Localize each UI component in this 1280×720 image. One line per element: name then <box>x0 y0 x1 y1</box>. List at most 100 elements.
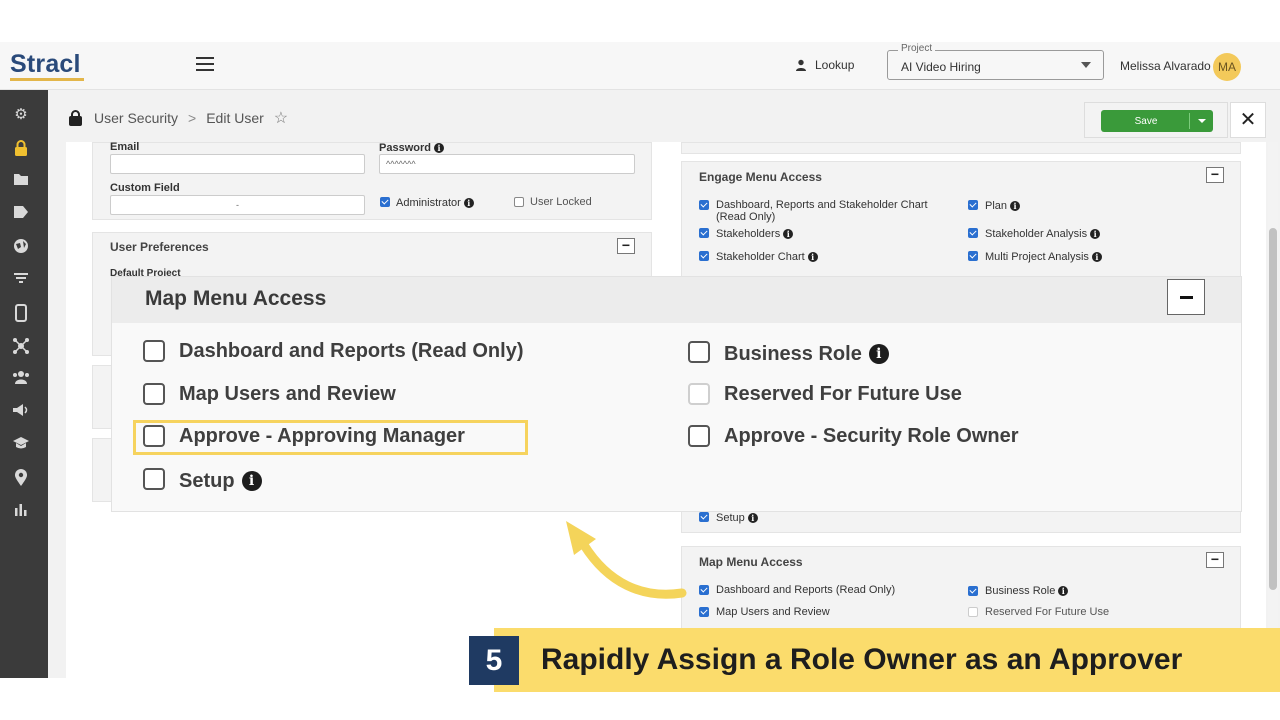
map-users-review-label: Map Users and Review <box>179 383 396 405</box>
info-icon[interactable]: i <box>747 513 758 523</box>
breadcrumb-separator-icon: > <box>188 110 197 126</box>
dashboard-reports-checkbox[interactable] <box>143 340 165 362</box>
multi-project-analysis-label: Multi Project Analysis i <box>985 251 1102 263</box>
gear-icon[interactable]: ⚙ <box>12 106 30 124</box>
right-top-panel <box>681 142 1241 154</box>
security-role-owner-checkbox[interactable] <box>688 425 710 447</box>
map-dashboard-label: Dashboard and Reports (Read Only) <box>716 584 896 596</box>
graduation-cap-icon[interactable] <box>12 436 30 454</box>
password-field[interactable]: ^^^^^^^ <box>379 154 635 174</box>
info-icon[interactable]: i <box>868 344 889 364</box>
info-icon[interactable]: i <box>1010 201 1021 211</box>
map-pin-icon[interactable] <box>12 469 30 487</box>
map-users-review-label: Map Users and Review <box>716 606 830 618</box>
app-logo[interactable]: Stracl <box>10 50 81 79</box>
star-icon[interactable]: ☆ <box>274 108 288 128</box>
reserved-future-use-checkbox <box>688 383 710 405</box>
multi-project-analysis-checkbox[interactable] <box>968 251 978 261</box>
business-role-label: Business Role i <box>724 342 889 366</box>
chevron-down-icon[interactable] <box>1198 119 1206 123</box>
info-icon[interactable]: i <box>783 229 794 239</box>
info-icon[interactable]: i <box>1058 586 1069 596</box>
approving-manager-highlight <box>133 420 528 455</box>
megaphone-icon[interactable] <box>12 403 30 421</box>
lookup-button[interactable]: Lookup <box>795 58 854 72</box>
callout-text: Rapidly Assign a Role Owner as an Approv… <box>541 643 1183 676</box>
globe-icon[interactable] <box>12 238 30 256</box>
project-select[interactable]: Project AI Video Hiring <box>887 43 1104 80</box>
stakeholders-label: Stakeholders i <box>716 228 794 240</box>
user-icon <box>796 59 806 71</box>
email-label: Email <box>110 141 140 153</box>
hamburger-menu-icon[interactable] <box>196 57 214 71</box>
password-label: Password i <box>379 142 444 154</box>
map-menu-zoom-title: Map Menu Access <box>145 287 327 310</box>
plan-checkbox[interactable] <box>968 200 978 210</box>
lock-icon[interactable] <box>12 139 30 157</box>
user-locked-checkbox[interactable] <box>514 197 524 207</box>
breadcrumb-item-edit-user: Edit User <box>206 110 264 126</box>
stakeholder-chart-checkbox[interactable] <box>699 251 709 261</box>
stakeholders-checkbox[interactable] <box>699 228 709 238</box>
info-icon[interactable]: i <box>1090 229 1101 239</box>
scrollbar-thumb[interactable] <box>1269 228 1277 590</box>
user-name[interactable]: Melissa Alvarado <box>1120 59 1211 73</box>
breadcrumb-item-user-security[interactable]: User Security <box>94 110 178 126</box>
save-button[interactable]: Save <box>1101 110 1213 132</box>
sidebar: ⚙ <box>0 90 48 678</box>
collapse-toggle[interactable] <box>1167 279 1205 315</box>
tag-icon[interactable] <box>12 205 30 223</box>
map-business-role-checkbox[interactable] <box>968 586 978 596</box>
dashboard-reports-stakeholder-label: Dashboard, Reports and Stakeholder Chart… <box>716 199 928 223</box>
email-field[interactable] <box>110 154 365 174</box>
chevron-down-icon <box>1081 62 1091 68</box>
lock-icon <box>66 109 84 127</box>
info-icon[interactable]: i <box>463 198 474 208</box>
collapse-toggle[interactable]: − <box>1206 167 1224 183</box>
info-icon[interactable]: i <box>241 471 262 491</box>
project-legend: Project <box>898 43 936 54</box>
collapse-toggle[interactable]: − <box>617 238 635 254</box>
network-icon[interactable] <box>12 337 30 355</box>
custom-field-label: Custom Field <box>110 182 180 194</box>
user-details-panel: Email Password i ^^^^^^^ Custom Field - A… <box>92 141 652 220</box>
engage-menu-title: Engage Menu Access <box>699 170 822 184</box>
stakeholder-chart-label: Stakeholder Chart i <box>716 251 818 263</box>
scrollbar[interactable] <box>1268 142 1278 678</box>
info-icon[interactable]: i <box>1091 252 1102 262</box>
callout-step-number: 5 <box>469 636 519 685</box>
breadcrumb: User Security > Edit User ☆ <box>66 108 288 128</box>
engage-setup-checkbox[interactable] <box>699 512 709 522</box>
user-preferences-title: User Preferences <box>110 240 209 254</box>
administrator-checkbox[interactable] <box>380 197 390 207</box>
user-locked-label: User Locked <box>530 196 592 208</box>
save-divider <box>1189 113 1190 129</box>
users-icon[interactable] <box>12 370 30 388</box>
mobile-icon[interactable] <box>12 304 30 322</box>
info-icon[interactable]: i <box>433 143 444 153</box>
setup-label: Setup i <box>179 469 262 493</box>
bar-chart-icon[interactable] <box>12 502 30 520</box>
map-users-review-checkbox[interactable] <box>143 383 165 405</box>
map-reserved-label: Reserved For Future Use <box>985 606 1110 618</box>
dashboard-reports-stakeholder-checkbox[interactable] <box>699 200 709 210</box>
reserved-future-use-label: Reserved For Future Use <box>724 383 962 405</box>
custom-field-input[interactable]: - <box>110 195 365 215</box>
collapse-toggle[interactable]: − <box>1206 552 1224 568</box>
folder-icon[interactable] <box>12 172 30 190</box>
top-bar: Stracl Lookup Project AI Video Hiring Me… <box>0 42 1280 90</box>
close-button[interactable]: ✕ <box>1230 102 1266 138</box>
avatar[interactable]: MA <box>1213 53 1241 81</box>
filter-icon[interactable] <box>12 271 30 289</box>
map-dashboard-checkbox[interactable] <box>699 585 709 595</box>
curved-arrow-icon <box>566 521 687 599</box>
map-menu-title: Map Menu Access <box>699 555 803 569</box>
info-icon[interactable]: i <box>807 252 818 262</box>
security-role-owner-label: Approve - Security Role Owner <box>724 425 1019 447</box>
business-role-checkbox[interactable] <box>688 341 710 363</box>
map-users-review-checkbox[interactable] <box>699 607 709 617</box>
setup-checkbox[interactable] <box>143 468 165 490</box>
lookup-label: Lookup <box>815 58 855 72</box>
dashboard-reports-label: Dashboard and Reports (Read Only) <box>179 340 524 362</box>
stakeholder-analysis-checkbox[interactable] <box>968 228 978 238</box>
